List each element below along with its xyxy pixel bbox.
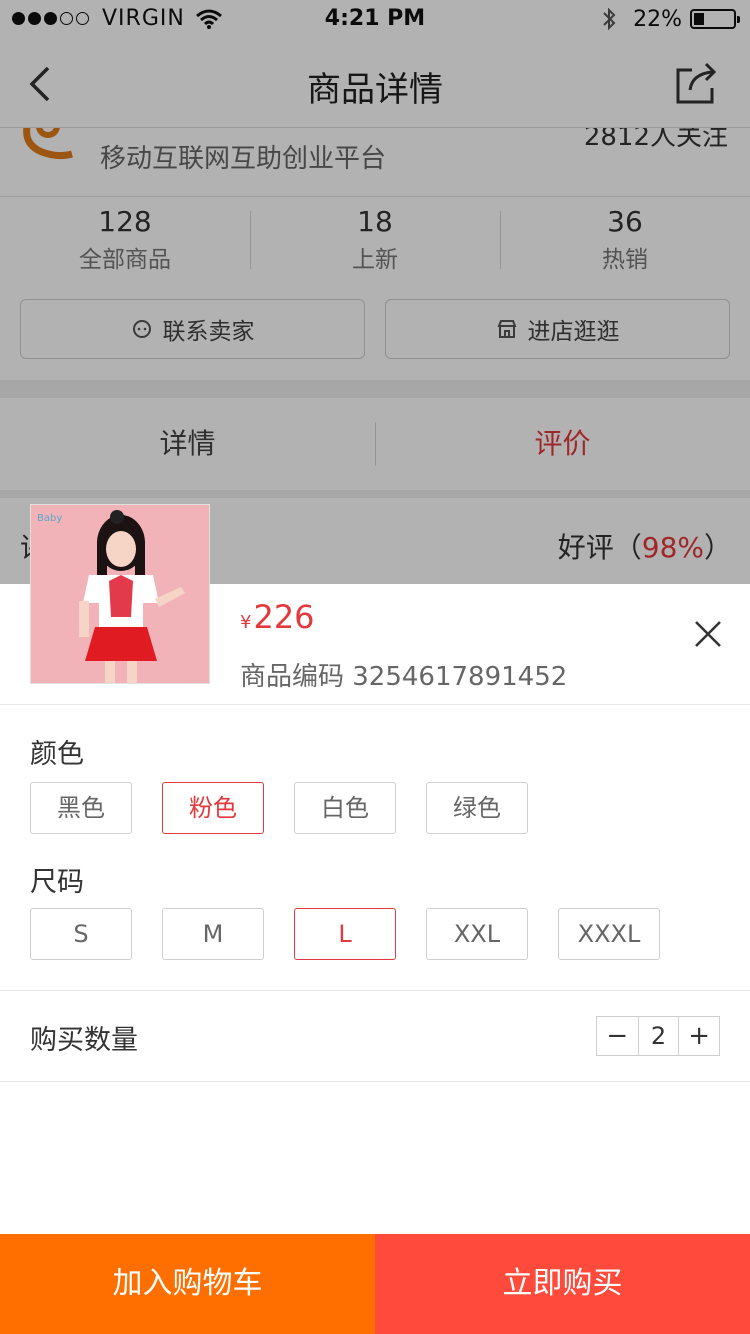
price-value: 226 <box>253 598 315 636</box>
product-price: ¥226 <box>240 598 315 636</box>
color-option-white[interactable]: 白色 <box>294 782 396 834</box>
quantity-stepper: − 2 + <box>596 1016 720 1056</box>
size-option-m[interactable]: M <box>162 908 264 960</box>
color-title: 颜色 <box>30 739 84 770</box>
quantity-label: 购买数量 <box>30 1025 138 1056</box>
buy-now-button[interactable]: 立即购买 <box>375 1234 750 1334</box>
bottom-action-bar: 加入购物车 立即购买 <box>0 1234 750 1334</box>
quantity-increase-button[interactable]: + <box>678 1017 719 1055</box>
color-option-pink[interactable]: 粉色 <box>162 782 264 834</box>
overlay-mask[interactable] <box>0 0 750 584</box>
color-option-black[interactable]: 黑色 <box>30 782 132 834</box>
quantity-input[interactable]: 2 <box>637 1017 679 1055</box>
quantity-decrease-button[interactable]: − <box>597 1017 638 1055</box>
color-option-green[interactable]: 绿色 <box>426 782 528 834</box>
divider <box>0 704 750 705</box>
add-to-cart-button[interactable]: 加入购物车 <box>0 1234 375 1334</box>
product-thumbnail: Baby <box>30 504 210 684</box>
brand-watermark: Baby <box>37 513 62 524</box>
currency-symbol: ¥ <box>240 612 252 633</box>
size-title: 尺码 <box>30 867 84 898</box>
size-option-s[interactable]: S <box>30 908 132 960</box>
product-sku: 商品编码 3254617891452 <box>240 662 568 692</box>
size-option-xxl[interactable]: XXL <box>426 908 528 960</box>
size-option-l[interactable]: L <box>294 908 396 960</box>
divider <box>0 990 750 991</box>
divider <box>0 1081 750 1082</box>
size-option-xxxl[interactable]: XXXL <box>558 908 660 960</box>
product-image: Baby <box>31 505 209 683</box>
close-icon[interactable] <box>690 616 726 652</box>
